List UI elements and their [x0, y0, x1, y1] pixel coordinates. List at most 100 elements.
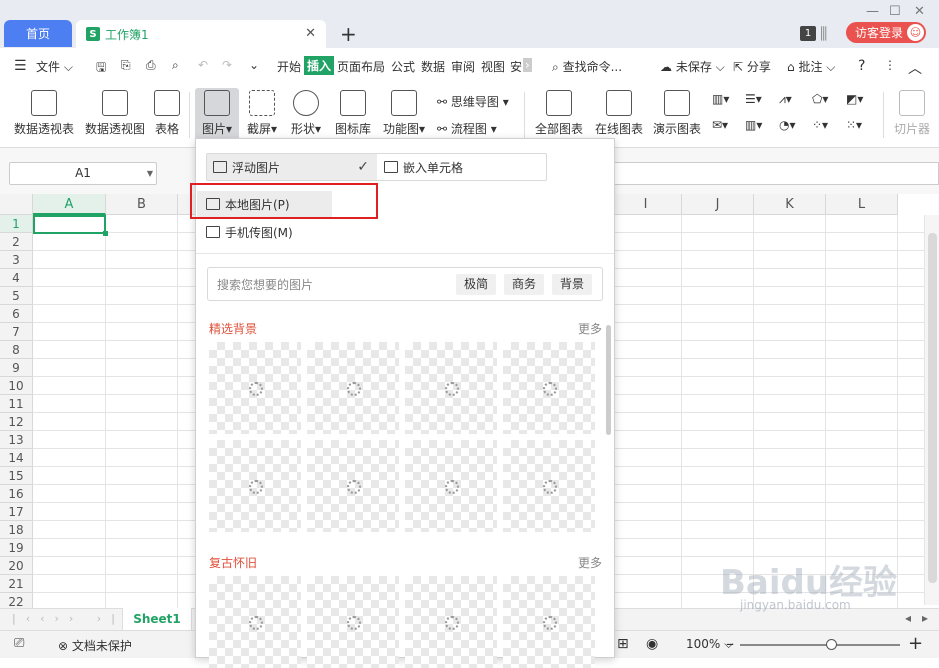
- menu-scroll-right-icon[interactable]: ›: [523, 58, 532, 72]
- comment-button[interactable]: ⌂ 批注 ⌵: [787, 58, 835, 75]
- menu-insert[interactable]: 插入: [304, 56, 335, 75]
- preview-icon[interactable]: ⌕: [172, 58, 179, 73]
- menu-formula[interactable]: 公式: [391, 58, 415, 75]
- new-tab-button[interactable]: +: [340, 22, 357, 46]
- shape-button[interactable]: 形状▾: [288, 90, 324, 137]
- chip-minimal[interactable]: 极简: [456, 274, 497, 295]
- embed-cell-option[interactable]: 嵌入单元格: [378, 154, 548, 180]
- redo-icon[interactable]: ↷: [222, 58, 232, 72]
- row-header[interactable]: 5: [0, 287, 33, 305]
- sheet-tab[interactable]: Sheet1: [122, 608, 192, 631]
- scroll-left-icon[interactable]: ◂: [905, 611, 911, 625]
- column-chart-icon[interactable]: ▥▾: [712, 92, 729, 106]
- row-header[interactable]: 14: [0, 449, 33, 467]
- column-header[interactable]: J: [682, 194, 754, 215]
- more-featured-link[interactable]: 更多: [578, 320, 602, 337]
- scatter-chart-icon[interactable]: ⁘▾: [812, 118, 828, 132]
- save-icon[interactable]: 🖫: [96, 58, 106, 79]
- undo-icon[interactable]: ↶: [198, 58, 208, 72]
- help-icon[interactable]: ?: [858, 58, 865, 74]
- row-header[interactable]: 3: [0, 251, 33, 269]
- row-header[interactable]: 11: [0, 395, 33, 413]
- command-search[interactable]: ⌕ 查找命令...: [552, 58, 622, 75]
- row-header[interactable]: 15: [0, 467, 33, 485]
- picture-thumbnail[interactable]: [503, 342, 595, 434]
- row-header[interactable]: 6: [0, 305, 33, 323]
- scroll-right-icon[interactable]: ▸: [922, 611, 928, 625]
- row-header[interactable]: 7: [0, 323, 33, 341]
- phone-picture-item[interactable]: 手机传图(M): [197, 219, 332, 245]
- bubble-chart-icon[interactable]: ⁙▾: [846, 118, 862, 132]
- picture-thumbnail[interactable]: [209, 576, 301, 668]
- picture-thumbnail[interactable]: [307, 342, 399, 434]
- row-header[interactable]: 19: [0, 539, 33, 557]
- chip-background[interactable]: 背景: [552, 274, 593, 295]
- active-cell[interactable]: [33, 215, 108, 236]
- demo-charts-button[interactable]: 演示图表: [652, 90, 702, 137]
- picture-thumbnail[interactable]: [405, 342, 497, 434]
- close-tab-icon[interactable]: ✕: [305, 26, 316, 41]
- zoom-out-icon[interactable]: –: [726, 634, 734, 653]
- picture-thumbnail[interactable]: [209, 342, 301, 434]
- row-header[interactable]: 12: [0, 413, 33, 431]
- radar-chart-icon[interactable]: ⬠▾: [812, 92, 828, 106]
- row-header[interactable]: 17: [0, 503, 33, 521]
- formula-input[interactable]: [612, 162, 939, 185]
- stock-chart-icon[interactable]: ✉▾: [712, 118, 728, 132]
- float-picture-option[interactable]: 浮动图片 ✓: [207, 154, 377, 180]
- zoom-in-icon[interactable]: +: [908, 633, 923, 654]
- line-chart-icon[interactable]: ⩘▾: [779, 92, 792, 107]
- tab-workbook[interactable]: S 工作簿1 ✕: [76, 20, 326, 48]
- slicer-button[interactable]: 切片器: [890, 90, 934, 137]
- unsaved-button[interactable]: ☁ 未保存 ⌵: [660, 58, 725, 75]
- row-header[interactable]: 1: [0, 215, 33, 233]
- pivot-table-button[interactable]: 数据透视表: [12, 90, 76, 137]
- menu-page-layout[interactable]: 页面布局: [337, 58, 385, 75]
- grid-view-icon[interactable]: ⫼: [820, 24, 827, 44]
- row-header[interactable]: 16: [0, 485, 33, 503]
- row-header[interactable]: 2: [0, 233, 33, 251]
- picture-thumbnail[interactable]: [503, 576, 595, 668]
- row-header[interactable]: 8: [0, 341, 33, 359]
- sheet-nav-icons[interactable]: |‹‹›› ›|: [12, 612, 125, 625]
- close-window-icon[interactable]: ✕: [914, 4, 925, 19]
- menu-security[interactable]: 安: [510, 58, 522, 75]
- tab-home[interactable]: 首页: [4, 20, 72, 47]
- collapse-ribbon-icon[interactable]: ︿: [908, 58, 922, 78]
- row-header[interactable]: 22: [0, 593, 33, 608]
- column-header[interactable]: B: [106, 194, 178, 215]
- menu-view[interactable]: 视图: [481, 58, 505, 75]
- more-icon[interactable]: ⋮: [884, 58, 896, 72]
- picture-search-input[interactable]: 搜索您想要的图片 极简 商务 背景: [207, 267, 603, 301]
- function-chart-button[interactable]: 功能图▾: [381, 90, 427, 137]
- row-header[interactable]: 9: [0, 359, 33, 377]
- online-charts-button[interactable]: 在线图表: [593, 90, 645, 137]
- dropdown-scrollbar[interactable]: [606, 325, 611, 435]
- pivot-chart-button[interactable]: 数据透视图: [83, 90, 147, 137]
- more-retro-link[interactable]: 更多: [578, 554, 602, 571]
- column-header[interactable]: K: [754, 194, 826, 215]
- row-header[interactable]: 21: [0, 575, 33, 593]
- flowchart-button[interactable]: ⚯ 流程图 ▾: [437, 120, 497, 137]
- zoom-slider-knob[interactable]: [826, 639, 837, 650]
- picture-button[interactable]: 图片▾: [195, 88, 239, 140]
- window-count-badge[interactable]: 1: [800, 26, 816, 41]
- zoom-slider[interactable]: [740, 644, 900, 646]
- row-header[interactable]: 10: [0, 377, 33, 395]
- page-view-icon[interactable]: ⊞: [617, 636, 629, 652]
- row-header[interactable]: 18: [0, 521, 33, 539]
- vertical-scrollbar[interactable]: [924, 215, 939, 605]
- combo-chart-icon[interactable]: ▥▾: [745, 118, 762, 132]
- minimize-icon[interactable]: —: [866, 4, 879, 19]
- row-header[interactable]: 20: [0, 557, 33, 575]
- picture-thumbnail[interactable]: [307, 576, 399, 668]
- eye-protection-icon[interactable]: ◉: [646, 636, 658, 652]
- menu-file[interactable]: 文件 ⌵: [36, 58, 73, 75]
- picture-thumbnail[interactable]: [405, 576, 497, 668]
- pie-chart-icon[interactable]: ◔▾: [779, 118, 796, 132]
- area-chart-icon[interactable]: ◩▾: [846, 92, 863, 106]
- all-charts-button[interactable]: 全部图表: [533, 90, 585, 137]
- picture-thumbnail[interactable]: [209, 440, 301, 532]
- bar-chart-icon[interactable]: ☰▾: [745, 92, 762, 106]
- print-icon[interactable]: ⎙: [146, 58, 156, 73]
